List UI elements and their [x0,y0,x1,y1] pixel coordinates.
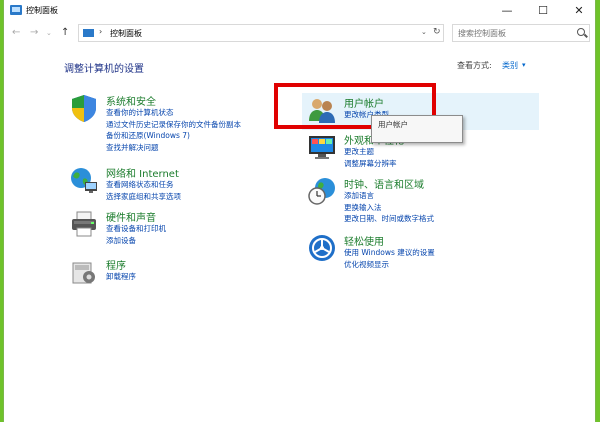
main-content: 调整计算机的设置 查看方式: 类别 ▾ 系统和安全 查看你的计算机状态 通过文件… [4,45,595,422]
search-box[interactable] [452,24,590,42]
recent-locations-icon[interactable]: ⌄ [46,29,52,37]
tooltip: 用户帐户 [371,115,463,143]
page-title: 调整计算机的设置 [64,64,144,75]
back-arrow-icon[interactable]: ← [12,27,20,38]
link-date-time-format[interactable]: 更改日期、时间或数字格式 [344,213,434,225]
breadcrumb-control-panel[interactable]: 控制面板 [110,28,142,39]
control-panel-small-icon [83,29,94,37]
clock-globe-icon[interactable] [307,176,337,206]
tooltip-text: 用户帐户 [378,120,408,129]
globe-network-icon[interactable] [69,165,99,195]
link-network-status[interactable]: 查看网络状态和任务 [106,179,181,191]
forward-arrow-icon[interactable]: → [30,27,38,38]
search-icon[interactable] [577,28,585,36]
link-change-input-method[interactable]: 更换输入法 [344,202,434,214]
programs-icon[interactable] [69,257,99,287]
breadcrumb-separator[interactable]: › [99,27,102,36]
chevron-down-icon[interactable]: ▾ [522,61,526,69]
link-uninstall-program[interactable]: 卸载程序 [106,271,136,283]
refresh-icon[interactable]: ↻ [433,27,441,37]
navigation-bar: ← → ⌄ ↑ › 控制面板 ⌄ ↻ [4,21,595,45]
printer-icon[interactable] [69,209,99,239]
link-backup-restore[interactable]: 备份和还原(Windows 7) [106,130,241,142]
view-by-dropdown[interactable]: 类别 [502,60,518,71]
address-bar[interactable]: › 控制面板 ⌄ ↻ [78,24,444,42]
shield-icon[interactable] [69,93,99,123]
category-title-ease-of-access[interactable]: 轻松使用 [344,233,384,248]
window-title: 控制面板 [26,6,58,15]
link-homegroup-sharing[interactable]: 选择家庭组和共享选项 [106,191,181,203]
close-button[interactable]: ✕ [561,0,597,21]
search-input[interactable] [453,25,573,41]
link-optimize-display[interactable]: 优化视频显示 [344,259,435,271]
maximize-button[interactable]: ☐ [525,0,561,21]
category-title-hardware-sound[interactable]: 硬件和声音 [106,209,156,224]
up-arrow-icon[interactable]: ↑ [61,27,69,38]
link-view-computer-status[interactable]: 查看你的计算机状态 [106,107,241,119]
link-troubleshoot[interactable]: 查找并解决问题 [106,142,241,154]
category-title-programs[interactable]: 程序 [106,257,126,272]
title-bar[interactable]: 控制面板 — ☐ ✕ [4,0,595,21]
category-title-network-internet[interactable]: 网络和 Internet [106,165,179,180]
link-screen-resolution[interactable]: 调整屏幕分辨率 [344,158,397,170]
link-add-device[interactable]: 添加设备 [106,235,166,247]
category-title-system-security[interactable]: 系统和安全 [106,93,156,108]
chevron-down-icon[interactable]: ⌄ [421,28,427,36]
view-by-label: 查看方式: [457,61,492,70]
minimize-button[interactable]: — [489,0,525,21]
ease-of-access-icon[interactable] [307,233,337,263]
category-title-clock-language-region[interactable]: 时钟、语言和区域 [344,176,424,191]
link-file-history-backup[interactable]: 通过文件历史记录保存你的文件备份副本 [106,119,241,131]
control-panel-window: 控制面板 — ☐ ✕ ← → ⌄ ↑ › 控制面板 ⌄ ↻ 调整计算机的设置 查… [3,0,596,422]
control-panel-icon [10,5,22,15]
link-add-language[interactable]: 添加语言 [344,190,434,202]
link-devices-printers[interactable]: 查看设备和打印机 [106,223,166,235]
monitor-icon[interactable] [307,132,337,162]
link-change-theme[interactable]: 更改主题 [344,146,397,158]
link-recommended-settings[interactable]: 使用 Windows 建议的设置 [344,247,435,259]
